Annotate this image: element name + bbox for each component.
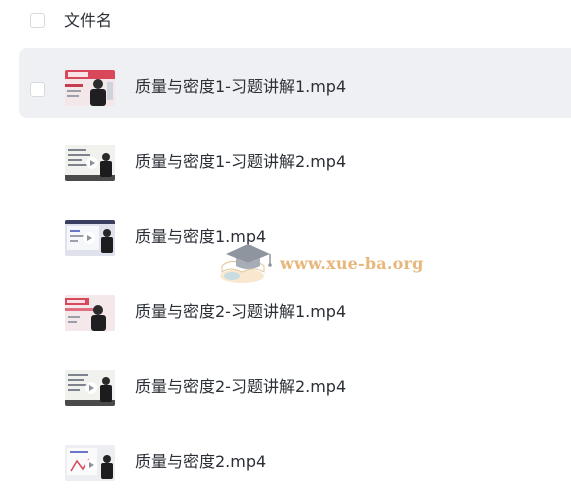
file-name[interactable]: 质量与密度1-习题讲解2.mp4 — [135, 152, 346, 172]
file-row[interactable]: 质量与密度1-习题讲解1.mp4 — [19, 48, 571, 118]
file-row[interactable]: 质量与密度1-习题讲解2.mp4 — [19, 123, 571, 193]
file-browser: 文件名 质量与密度1-习题讲解1.mp4 质量与密度1-习题讲解2.mp4 质量… — [0, 0, 571, 495]
video-thumbnail[interactable] — [65, 145, 115, 181]
watermark: www.xue-ba.org — [218, 236, 423, 288]
watermark-text: www.xue-ba.org — [280, 254, 424, 273]
video-thumbnail[interactable] — [65, 220, 115, 256]
file-name[interactable]: 质量与密度2.mp4 — [135, 452, 266, 472]
graduation-cap-logo-icon — [220, 244, 272, 283]
file-checkbox[interactable] — [30, 82, 45, 97]
file-list-header: 文件名 — [0, 0, 571, 44]
video-thumbnail[interactable] — [65, 445, 115, 481]
file-row[interactable]: 质量与密度2-习题讲解2.mp4 — [19, 348, 571, 418]
video-thumbnail[interactable] — [65, 370, 115, 406]
file-name[interactable]: 质量与密度1-习题讲解1.mp4 — [135, 77, 346, 97]
file-row[interactable]: 质量与密度2.mp4 — [19, 423, 571, 493]
file-name[interactable]: 质量与密度2-习题讲解1.mp4 — [135, 302, 346, 322]
file-name[interactable]: 质量与密度2-习题讲解2.mp4 — [135, 377, 346, 397]
video-thumbnail[interactable] — [65, 295, 115, 331]
video-thumbnail[interactable] — [65, 70, 115, 106]
select-all-checkbox[interactable] — [30, 13, 45, 28]
filename-column-header[interactable]: 文件名 — [64, 11, 112, 31]
